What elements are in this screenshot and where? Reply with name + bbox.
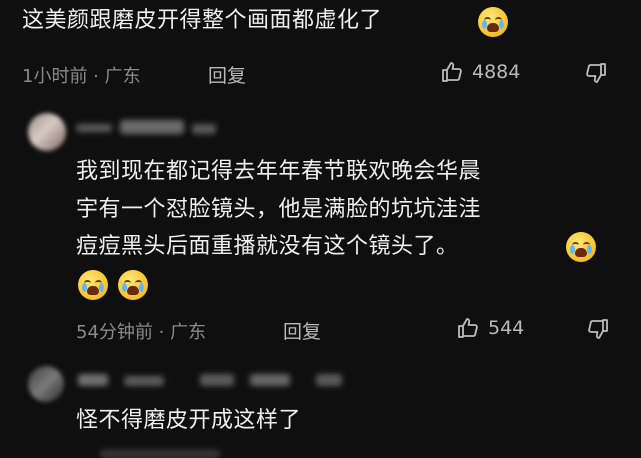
like-count: 544	[488, 317, 525, 339]
cry-laugh-emoji	[566, 232, 596, 262]
comment-meta: 54分钟前 · 广东	[76, 322, 207, 343]
thumbs-up-icon[interactable]	[456, 316, 480, 340]
comment-text-line: 痘痘黑头后面重播就没有这个镜头了。	[76, 234, 459, 259]
username-blurred	[124, 376, 164, 386]
username-blurred	[316, 374, 342, 386]
thumbs-down-icon[interactable]	[586, 317, 610, 341]
username-blurred	[200, 374, 234, 386]
avatar[interactable]	[28, 113, 66, 151]
comment-meta: 1小时前 · 广东	[22, 66, 141, 87]
cry-laugh-emoji	[478, 7, 508, 37]
comment-text-line: 我到现在都记得去年年春节联欢晚会华晨	[76, 159, 482, 184]
reply-button[interactable]: 回复	[208, 61, 246, 88]
meta-blurred	[100, 450, 220, 458]
username-blurred	[120, 120, 184, 134]
thumbs-up-icon[interactable]	[440, 60, 464, 84]
comment-text-line: 宇有一个怼脸镜头，他是满脸的坑坑洼洼	[76, 197, 482, 222]
comment-text: 怪不得磨皮开成这样了	[76, 408, 302, 433]
username-blurred	[250, 374, 290, 386]
comment-text: 这美颜跟磨皮开得整个画面都虚化了	[22, 8, 383, 33]
cry-laugh-emoji	[78, 270, 108, 300]
username-blurred	[192, 124, 216, 134]
username-blurred	[76, 124, 112, 132]
username-blurred	[78, 374, 108, 386]
reply-button[interactable]: 回复	[283, 317, 321, 344]
cry-laugh-emoji	[118, 270, 148, 300]
avatar[interactable]	[28, 366, 64, 402]
like-count: 4884	[472, 61, 521, 83]
thumbs-down-icon[interactable]	[584, 61, 608, 85]
